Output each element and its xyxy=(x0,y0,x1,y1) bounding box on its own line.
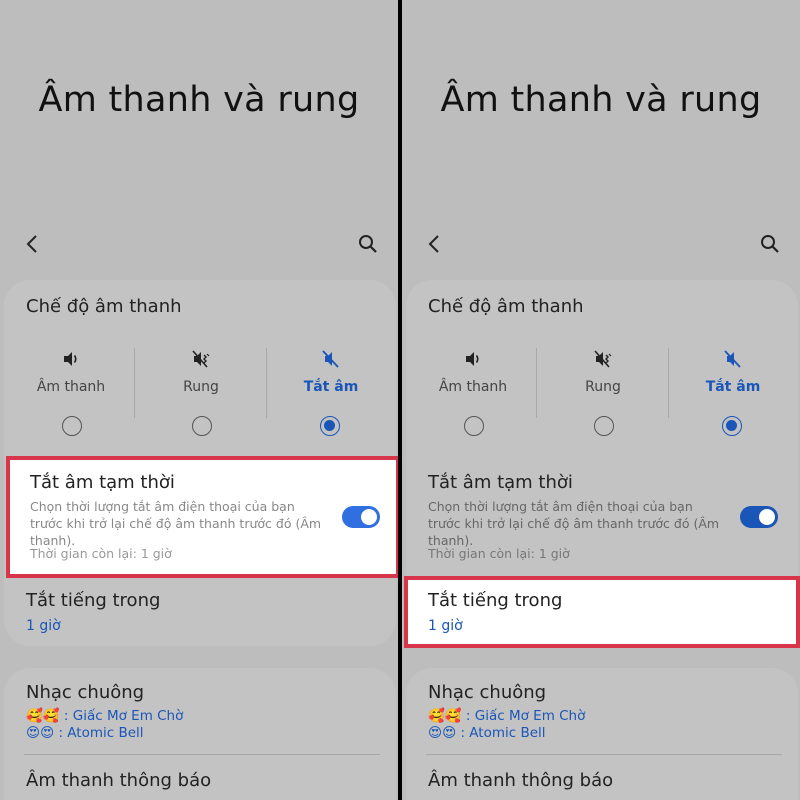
toggle-knob xyxy=(361,509,377,525)
speaker-icon xyxy=(64,352,77,366)
mode-divider xyxy=(134,348,135,418)
radio-mute-selected[interactable] xyxy=(320,416,340,436)
speaker-icon xyxy=(466,352,479,366)
mute-for-row[interactable]: Tắt tiếng trong 1 giờ xyxy=(4,582,396,642)
toggle-knob xyxy=(759,509,775,525)
temporary-mute-toggle[interactable] xyxy=(342,506,380,528)
temporary-mute-title: Tắt âm tạm thời xyxy=(30,472,175,493)
ringtone-card: Nhạc chuông 🥰🥰 : Giấc Mơ Em Chờ 😍😍 : Ato… xyxy=(406,668,798,800)
emoji-icon: 😍😍 xyxy=(428,725,457,741)
mute-icon xyxy=(322,350,339,368)
separator: : xyxy=(54,725,68,741)
ringtone-title[interactable]: Nhạc chuông xyxy=(26,682,144,703)
radio-sound[interactable] xyxy=(464,416,484,436)
ringtone-name: Atomic Bell xyxy=(67,725,144,741)
ringtone-title[interactable]: Nhạc chuông xyxy=(428,682,546,703)
temporary-mute-row-highlighted[interactable]: Tắt âm tạm thời Chọn thời lượng tắt âm đ… xyxy=(6,456,398,578)
temporary-mute-toggle[interactable] xyxy=(740,506,778,528)
screen-left: Âm thanh và rung Chế độ âm thanh Âm than… xyxy=(0,0,398,800)
emoji-icon: 🥰🥰 xyxy=(428,708,462,724)
notification-sound-title[interactable]: Âm thanh thông báo xyxy=(26,770,211,791)
temporary-mute-row[interactable]: Tắt âm tạm thời Chọn thời lượng tắt âm đ… xyxy=(406,458,798,580)
sound-settings-card: Chế độ âm thanh Âm thanh Rung Tắt âm Tắt… xyxy=(4,280,398,646)
ringtone-entry: 😍😍 : Atomic Bell xyxy=(428,725,546,743)
mode-mute-label: Tắt âm xyxy=(303,379,359,395)
ringtone-entry: 😍😍 : Atomic Bell xyxy=(26,725,144,743)
page-title: Âm thanh và rung xyxy=(38,80,360,120)
mode-sound-label: Âm thanh xyxy=(36,379,106,395)
vibrate-icon xyxy=(594,350,612,368)
emoji-icon: 🥰🥰 xyxy=(26,708,60,724)
radio-vibrate[interactable] xyxy=(192,416,212,436)
screen-right: Âm thanh và rung Chế độ âm thanh Âm than… xyxy=(402,0,800,800)
mute-for-title: Tắt tiếng trong xyxy=(428,590,563,611)
temporary-mute-description: Chọn thời lượng tắt âm điện thoại của bạ… xyxy=(30,499,322,548)
vibrate-icon xyxy=(192,350,210,368)
mute-for-title: Tắt tiếng trong xyxy=(26,590,161,611)
notification-sound-title[interactable]: Âm thanh thông báo xyxy=(428,770,613,791)
ringtone-entry: 🥰🥰 : Giấc Mơ Em Chờ xyxy=(26,708,183,726)
mode-sound-label: Âm thanh xyxy=(438,379,508,395)
mode-divider xyxy=(536,348,537,418)
divider xyxy=(426,754,782,755)
sound-mode-title: Chế độ âm thanh xyxy=(26,296,182,317)
ringtone-name: Giấc Mơ Em Chờ xyxy=(474,708,586,724)
radio-vibrate[interactable] xyxy=(594,416,614,436)
temporary-mute-remaining: Thời gian còn lại: 1 giờ xyxy=(428,546,570,561)
mode-mute-label: Tắt âm xyxy=(705,379,761,395)
mute-icon xyxy=(724,350,741,368)
search-icon[interactable] xyxy=(760,234,780,254)
mute-for-value: 1 giờ xyxy=(26,618,61,634)
page-title: Âm thanh và rung xyxy=(440,80,762,120)
mute-for-row-highlighted[interactable]: Tắt tiếng trong 1 giờ xyxy=(404,576,800,648)
separator: : xyxy=(59,708,73,724)
ringtone-card: Nhạc chuông 🥰🥰 : Giấc Mơ Em Chờ 😍😍 : Ato… xyxy=(4,668,396,800)
sound-settings-card: Chế độ âm thanh Âm thanh Rung Tắt âm Tắt… xyxy=(404,280,800,648)
temporary-mute-title: Tắt âm tạm thời xyxy=(428,472,573,493)
mute-for-value: 1 giờ xyxy=(428,618,463,634)
ringtone-name: Giấc Mơ Em Chờ xyxy=(72,708,184,724)
radio-mute-selected[interactable] xyxy=(722,416,742,436)
mode-vibrate-label: Rung xyxy=(183,379,219,395)
ringtone-name: Atomic Bell xyxy=(469,725,546,741)
separator: : xyxy=(461,708,475,724)
temporary-mute-description: Chọn thời lượng tắt âm điện thoại của bạ… xyxy=(428,499,720,548)
back-arrow-icon[interactable] xyxy=(24,234,42,254)
radio-sound[interactable] xyxy=(62,416,82,436)
sound-mode-title: Chế độ âm thanh xyxy=(428,296,584,317)
mode-vibrate-label: Rung xyxy=(585,379,621,395)
separator: : xyxy=(456,725,470,741)
search-icon[interactable] xyxy=(358,234,378,254)
emoji-icon: 😍😍 xyxy=(26,725,55,741)
temporary-mute-remaining: Thời gian còn lại: 1 giờ xyxy=(30,546,172,561)
back-arrow-icon[interactable] xyxy=(426,234,444,254)
divider xyxy=(24,754,380,755)
ringtone-entry: 🥰🥰 : Giấc Mơ Em Chờ xyxy=(428,708,585,726)
